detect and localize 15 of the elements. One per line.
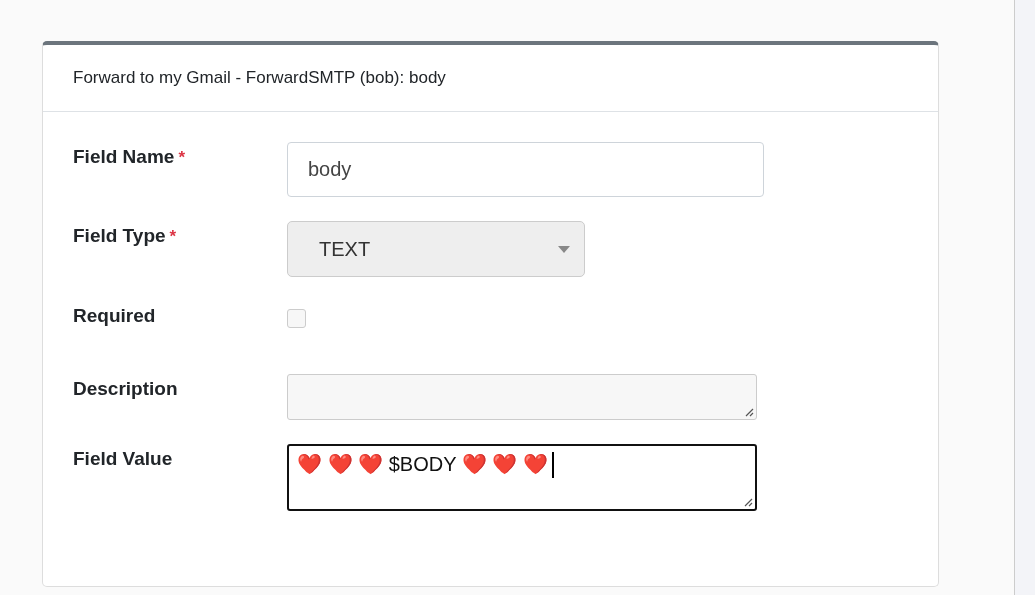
field-label: Field Value <box>73 448 173 469</box>
checkbox[interactable] <box>287 309 306 328</box>
resize-handle-icon[interactable] <box>743 497 753 507</box>
field-label: Field Name <box>73 146 175 167</box>
card-title: Forward to my Gmail - ForwardSMTP (bob): body <box>73 68 446 88</box>
field-label: Required <box>73 305 156 326</box>
type-dropdown[interactable]: TEXT <box>287 221 585 277</box>
caret-icon <box>558 245 570 253</box>
field-label: Field Type <box>73 225 166 246</box>
input-field[interactable]: body <box>287 142 764 197</box>
required-asterisk: * <box>178 148 185 167</box>
resize-handle-icon[interactable] <box>744 407 754 417</box>
field-label: Description <box>73 378 178 399</box>
text-area[interactable]: ❤ ❤ ❤ $BODY ❤ ❤ ❤ <box>287 444 757 511</box>
required-asterisk: * <box>169 227 177 246</box>
